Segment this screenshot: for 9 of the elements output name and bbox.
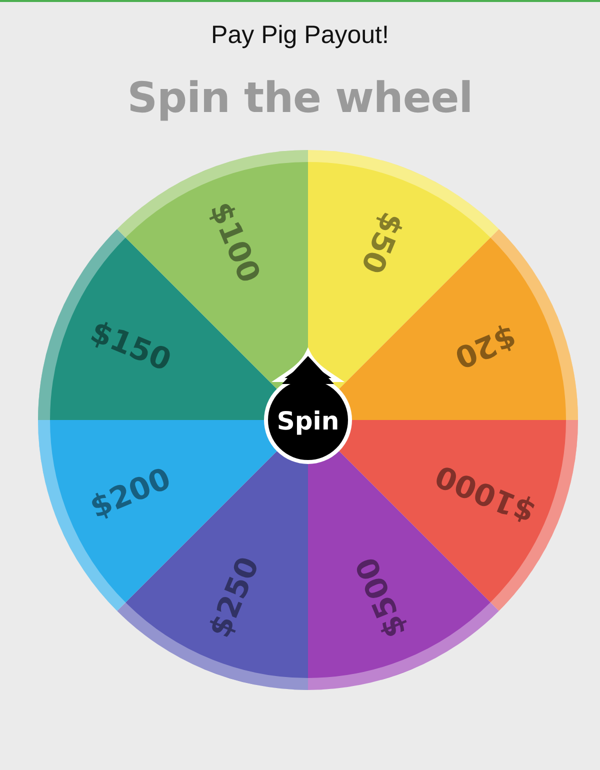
prize-label: $50 (353, 207, 410, 278)
prize-label: $20 (450, 318, 521, 375)
wheel-heading: Spin the wheel (127, 72, 473, 124)
page-title: Pay Pig Payout! (211, 20, 389, 50)
prize-label: $100 (202, 197, 267, 288)
prize-label: $250 (202, 552, 267, 643)
prize-label: $150 (85, 314, 176, 379)
prize-label: $500 (349, 552, 414, 643)
prize-label: $200 (85, 461, 176, 526)
